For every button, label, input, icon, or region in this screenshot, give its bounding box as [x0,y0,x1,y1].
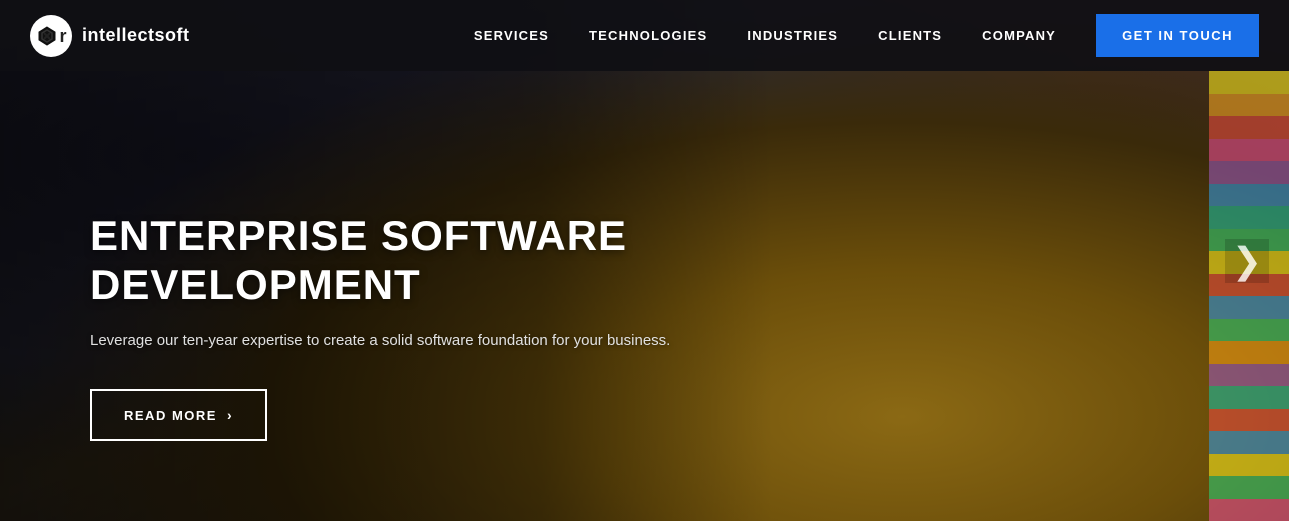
get-in-touch-button[interactable]: GET IN TOUCH [1096,14,1259,57]
site-header: r intellectsoft SERVICES TECHNOLOGIES IN… [0,0,1289,71]
nav-industries[interactable]: INDUSTRIES [747,28,838,43]
hero-content: ENTERPRISE SOFTWARE DEVELOPMENT Leverage… [90,212,670,441]
logo-text: intellectsoft [82,25,190,46]
color-swatches [1209,71,1289,521]
read-more-label: READ MORE [124,408,217,423]
logo[interactable]: r intellectsoft [30,15,190,57]
nav-clients[interactable]: CLIENTS [878,28,942,43]
hero-subtitle: Leverage our ten-year expertise to creat… [90,329,670,353]
logo-icon: r [30,15,72,57]
read-more-button[interactable]: READ MORE › [90,389,267,441]
nav-technologies[interactable]: TECHNOLOGIES [589,28,707,43]
logo-svg [35,24,59,48]
main-nav: SERVICES TECHNOLOGIES INDUSTRIES CLIENTS… [474,14,1259,57]
read-more-chevron-icon: › [227,407,233,423]
nav-services[interactable]: SERVICES [474,28,549,43]
nav-company[interactable]: COMPANY [982,28,1056,43]
hero-next-button[interactable]: ❯ [1225,239,1269,283]
hero-title: ENTERPRISE SOFTWARE DEVELOPMENT [90,212,670,309]
hero-section: r intellectsoft SERVICES TECHNOLOGIES IN… [0,0,1289,521]
